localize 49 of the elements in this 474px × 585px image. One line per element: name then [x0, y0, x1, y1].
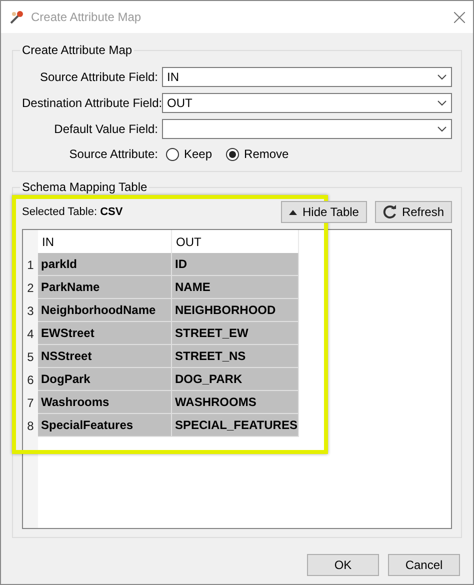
close-icon[interactable] [454, 12, 465, 22]
row-number: 2 [26, 280, 35, 296]
radio-button[interactable] [226, 148, 240, 160]
radio-button[interactable] [166, 148, 179, 160]
radio-label: Keep [184, 147, 212, 161]
table-cell[interactable]: EWStreet [38, 322, 172, 345]
chevron-down-icon [437, 74, 447, 80]
refresh-icon [382, 205, 397, 219]
row-number: 6 [26, 372, 35, 388]
field-label: Destination Attribute Field: [22, 96, 162, 110]
window-title: Create Attribute Map [31, 10, 142, 24]
table-cell[interactable]: SpecialFeatures [38, 414, 172, 437]
chevron-down-icon [437, 100, 447, 106]
row-number: 3 [26, 302, 35, 320]
row-number: 5 [26, 348, 35, 366]
table-cell[interactable]: STREET_EW [172, 322, 299, 345]
hide-table-button[interactable]: Hide Table [281, 201, 367, 223]
ok-button[interactable]: OK [307, 554, 379, 576]
field-label: Default Value Field: [53, 122, 159, 136]
dropdown-field[interactable]: OUT [162, 93, 452, 113]
group-title: Create Attribute Map [21, 43, 134, 57]
table-cell[interactable]: Washrooms [38, 391, 172, 414]
row-number: 1 [26, 256, 35, 274]
table-cell[interactable]: ParkName [38, 276, 172, 299]
triangle-up-icon [289, 210, 298, 214]
table-cell[interactable]: NAME [172, 276, 299, 299]
dropdown-field[interactable] [162, 119, 452, 139]
table-cell[interactable]: NSStreet [38, 345, 172, 368]
table-cell[interactable]: DOG_PARK [172, 368, 299, 391]
selected-table-text: Selected Table: CSV [22, 206, 124, 218]
row-number: 8 [26, 418, 35, 434]
dropdown-field[interactable]: IN [162, 67, 452, 87]
cancel-button[interactable]: Cancel [388, 554, 460, 576]
table-cell[interactable]: NEIGHBORHOOD [172, 299, 299, 322]
table-cell[interactable]: parkId [38, 253, 172, 276]
table-cell[interactable]: ID [172, 253, 299, 276]
row-number: 4 [26, 326, 35, 342]
table-cell[interactable]: WASHROOMS [172, 391, 299, 414]
row-number: 7 [26, 394, 35, 412]
refresh-button[interactable]: Refresh [374, 201, 452, 223]
group-title: Schema Mapping Table [21, 180, 148, 194]
radio-label: Remove [244, 147, 289, 161]
table-cell[interactable]: SPECIAL_FEATURES [172, 414, 299, 437]
table-cell[interactable]: STREET_NS [172, 345, 299, 368]
field-label: Source Attribute Field: [38, 70, 159, 84]
table-cell[interactable]: NeighborhoodName [38, 299, 172, 322]
table-cell[interactable]: DogPark [38, 368, 172, 391]
field-label: Source Attribute: [68, 147, 159, 161]
chevron-down-icon [437, 126, 447, 132]
